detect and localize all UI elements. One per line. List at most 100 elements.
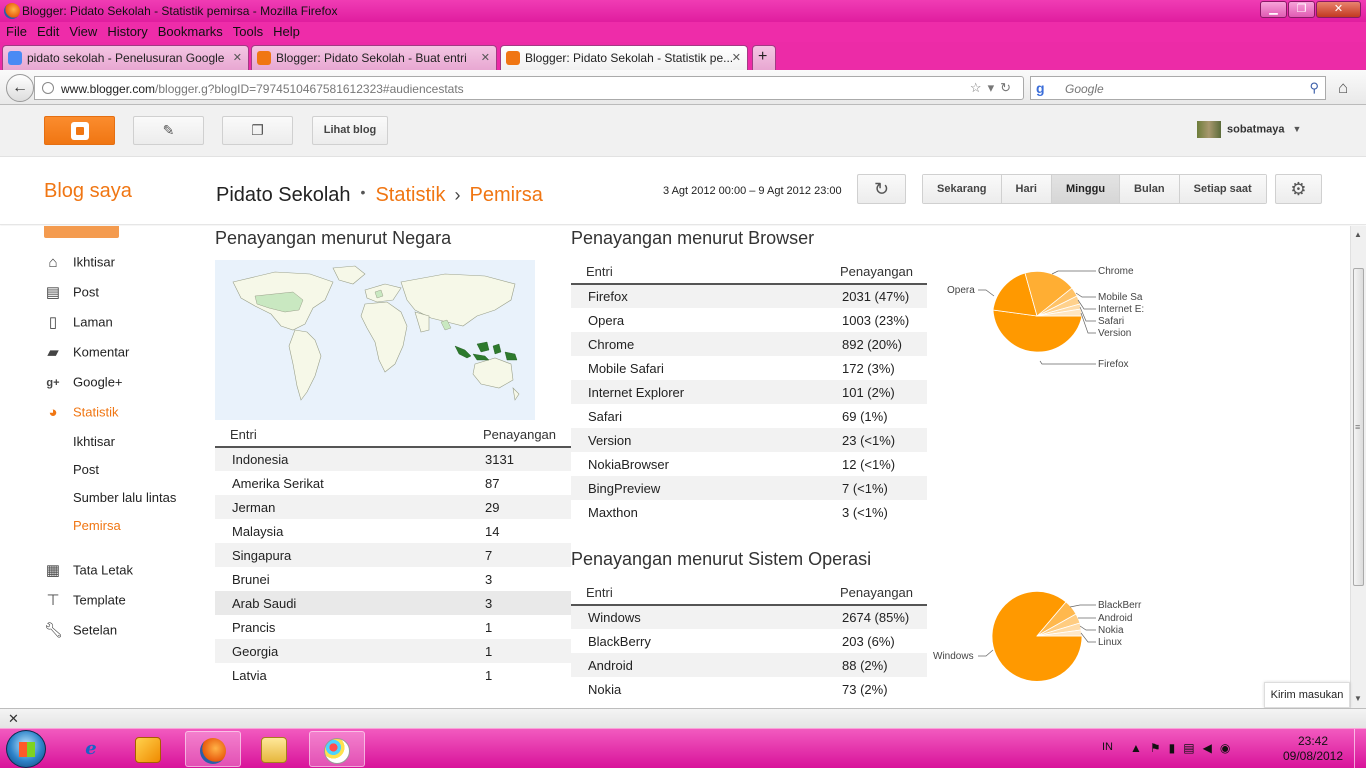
menu-edit[interactable]: Edit [32, 22, 64, 39]
pie-slices [992, 270, 1083, 353]
home-icon[interactable]: ⌂ [1338, 78, 1348, 98]
range-sekarang[interactable]: Sekarang [923, 175, 1002, 203]
minimize-button[interactable]: ▁ [1260, 1, 1287, 18]
close-tab-icon[interactable]: ✕ [233, 51, 242, 64]
range-minggu[interactable]: Minggu [1051, 175, 1121, 203]
tab-google-search[interactable]: pidato sekolah - Penelusuran Google ✕ [2, 45, 249, 70]
close-tab-icon[interactable]: ✕ [481, 51, 490, 64]
user-menu[interactable]: sobatmaya ▼ [1197, 121, 1301, 138]
menu-history[interactable]: History [102, 22, 152, 39]
reload-icon[interactable]: ↻ [1000, 80, 1017, 95]
new-tab-button[interactable]: + [752, 45, 776, 70]
sidebar-item-label: Ikhtisar [73, 254, 115, 270]
taskbar-media-player[interactable] [120, 731, 176, 767]
sidebar-item-komentar[interactable]: ▰ Komentar [44, 344, 129, 362]
sidebar-item-googleplus[interactable]: g+ Google+ [44, 374, 122, 392]
google-search-icon[interactable]: g [1036, 80, 1045, 96]
search-bar[interactable]: g Google ⚲ [1030, 76, 1326, 100]
refresh-button[interactable]: ↻ [857, 174, 906, 204]
col-header-entri[interactable]: Entri [571, 581, 825, 606]
show-hidden-icons-icon[interactable]: ▲ [1130, 741, 1150, 755]
range-hari[interactable]: Hari [1001, 175, 1052, 203]
sidebar-subitem-post[interactable]: Post [73, 462, 99, 477]
sidebar-item-statistik[interactable]: ◕ Statistik [44, 404, 118, 422]
windows-taskbar: e IN ▲⚑▮▤◀◉ 23:42 09/08/2012 [0, 728, 1366, 768]
pie-label-mobile-safari: Mobile Sa [1098, 292, 1143, 303]
new-post-button-partial[interactable] [44, 226, 119, 238]
tab-buat-entri[interactable]: Blogger: Pidato Sekolah - Buat entri ✕ [251, 45, 497, 70]
app-tray-icon[interactable]: ◉ [1220, 741, 1238, 755]
star-icon[interactable]: ☆ [970, 80, 988, 95]
taskbar-firefox[interactable] [185, 731, 241, 767]
back-button[interactable]: ← [6, 74, 34, 102]
posts-list-button[interactable]: ❐ [222, 116, 293, 145]
sidebar-subitem-pemirsa[interactable]: Pemirsa [73, 518, 121, 533]
close-window-button[interactable]: ✕ [1316, 1, 1361, 18]
sidebar-subitem-ikhtisar[interactable]: Ikhtisar [73, 434, 115, 449]
start-button[interactable] [6, 730, 46, 768]
window-title: Blogger: Pidato Sekolah - Statistik pemi… [22, 4, 338, 18]
maximize-button[interactable]: ❐ [1288, 1, 1315, 18]
blog-saya-link[interactable]: Blog saya [44, 180, 132, 203]
browser-pie-chart[interactable]: Chrome Mobile Sa Internet E: Safari Vers… [930, 262, 1150, 382]
settings-button[interactable]: ⚙ [1275, 174, 1322, 204]
browser-views: 1003 (23%) [842, 312, 910, 328]
sidebar-item-tata-letak[interactable]: ▦ Tata Letak [44, 562, 133, 580]
col-header-entri[interactable]: Entri [571, 260, 825, 285]
language-indicator[interactable]: IN [1102, 741, 1113, 753]
taskbar-paint[interactable] [309, 731, 365, 767]
close-tab-icon[interactable]: ✕ [732, 51, 741, 64]
range-bulan[interactable]: Bulan [1120, 175, 1180, 203]
pie-label-nokia: Nokia [1098, 625, 1124, 636]
page-subheader: Blog saya Pidato Sekolah • Statistik › Pemir… [0, 157, 1366, 225]
internet-explorer-icon: e [85, 738, 97, 759]
table-row: Version 23 (<1%) [571, 428, 927, 452]
pie-label-opera: Opera [947, 285, 975, 296]
sidebar-item-template[interactable]: ⊤ Template [44, 592, 125, 610]
new-post-button[interactable]: ✎ [133, 116, 204, 145]
feedback-button[interactable]: Kirim masukan [1264, 682, 1350, 708]
view-blog-button[interactable]: Lihat blog [312, 116, 388, 145]
search-icon[interactable]: ⚲ [1309, 80, 1319, 96]
os-pie-chart[interactable]: BlackBerr Android Nokia Linux Windows [930, 582, 1150, 692]
action-center-icon[interactable]: ⚑ [1150, 741, 1169, 755]
menu-file[interactable]: File [0, 22, 32, 39]
menu-help[interactable]: Help [268, 22, 305, 39]
url-bar[interactable]: www.blogger.com/blogger.g?blogID=7974510… [34, 76, 1024, 100]
menu-view[interactable]: View [64, 22, 102, 39]
tab-statistik[interactable]: Blogger: Pidato Sekolah - Statistik pe..… [500, 45, 748, 70]
table-row: Windows 2674 (85%) [571, 605, 927, 629]
sidebar-item-post[interactable]: ▤ Post [44, 284, 99, 302]
range-setiap-saat[interactable]: Setiap saat [1179, 175, 1266, 203]
sidebar-subitem-sumber[interactable]: Sumber lalu lintas [73, 490, 176, 505]
col-header-penayangan[interactable]: Penayangan [825, 581, 927, 606]
sidebar-item-ikhtisar[interactable]: ⌂ Ikhtisar [44, 254, 115, 272]
world-map[interactable] [215, 260, 535, 420]
col-header-penayangan[interactable]: Penayangan [468, 423, 571, 448]
sidebar-item-setelan[interactable]: 🔧︎ Setelan [44, 622, 117, 640]
taskbar-explorer[interactable] [246, 731, 302, 767]
scroll-up-icon[interactable]: ▲ [1354, 230, 1362, 239]
menu-bookmarks[interactable]: Bookmarks [153, 22, 228, 39]
taskbar-internet-explorer[interactable]: e [63, 731, 119, 767]
scroll-down-icon[interactable]: ▼ [1354, 694, 1362, 703]
world-map-svg [232, 265, 520, 401]
table-row: Brunei 3 [215, 567, 571, 591]
pages-icon: ❐ [251, 122, 264, 138]
vertical-scrollbar[interactable]: ▲ ≡ ▼ [1350, 226, 1366, 708]
main-content: ⌂ Ikhtisar ▤ Post ▯ Laman ▰ Komentar g+ Googl… [0, 226, 1350, 708]
battery-icon[interactable]: ▮ [1169, 741, 1184, 755]
browser-views: 7 (<1%) [825, 476, 927, 500]
menu-tools[interactable]: Tools [228, 22, 268, 39]
volume-icon[interactable]: ◀ [1203, 741, 1220, 755]
dropdown-icon[interactable]: ▾ [988, 80, 1001, 95]
network-icon[interactable]: ▤ [1183, 741, 1202, 755]
breadcrumb-section[interactable]: Statistik [375, 184, 445, 206]
sidebar-item-laman[interactable]: ▯ Laman [44, 314, 113, 332]
blogger-logo-button[interactable] [44, 116, 115, 145]
col-header-penayangan[interactable]: Penayangan [825, 260, 927, 285]
clock[interactable]: 23:42 09/08/2012 [1282, 734, 1344, 764]
close-findbar-icon[interactable]: ✕ [8, 711, 19, 727]
col-header-entri[interactable]: Entri [215, 423, 468, 448]
show-desktop-button[interactable] [1354, 729, 1366, 768]
